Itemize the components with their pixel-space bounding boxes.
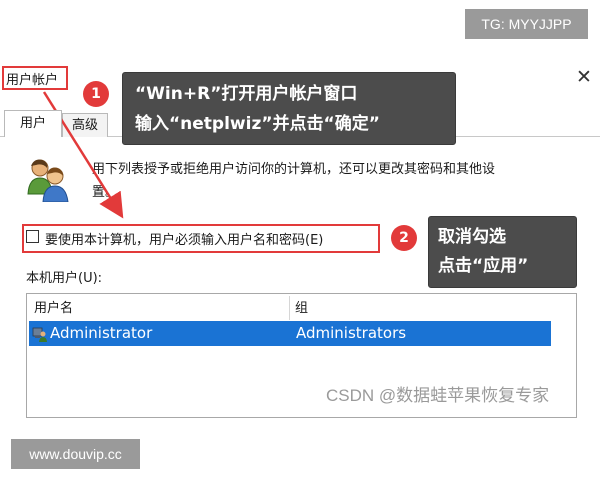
step-1-callout: “Win+R”打开用户帐户窗口 输入“netplwiz”并点击“确定” bbox=[122, 72, 456, 145]
checkbox-highlight-box bbox=[22, 224, 380, 253]
watermark-csdn: CSDN @数据蛙苹果恢复专家 bbox=[326, 386, 550, 405]
watermark-tag-top: TG: MYYJJPP bbox=[465, 9, 588, 39]
user-account-icon bbox=[32, 327, 47, 342]
local-users-label: 本机用户(U): bbox=[26, 271, 103, 286]
users-icon bbox=[27, 159, 69, 202]
cell-group: Administrators bbox=[296, 324, 407, 342]
column-header-username[interactable]: 用户名 bbox=[34, 296, 73, 321]
close-icon[interactable]: ✕ bbox=[576, 68, 592, 87]
description-text-cont: 置。 bbox=[92, 185, 119, 200]
step-2-badge: 2 bbox=[391, 225, 417, 251]
title-highlight-box bbox=[2, 66, 68, 90]
step-1-badge: 1 bbox=[83, 81, 109, 107]
step-1-line-1: “Win+R”打开用户帐户窗口 bbox=[135, 84, 358, 104]
tab-advanced[interactable]: 高级 bbox=[62, 113, 108, 137]
step-2-line-2: 点击“应用” bbox=[438, 256, 529, 276]
watermark-tag-bottom: www.douvip.cc bbox=[11, 439, 140, 469]
step-2-callout: 取消勾选 点击“应用” bbox=[428, 216, 577, 288]
tab-users[interactable]: 用户 bbox=[4, 110, 62, 137]
step-2-line-1: 取消勾选 bbox=[438, 227, 506, 247]
description-text: 用下列表授予或拒绝用户访问你的计算机，还可以更改其密码和其他设 bbox=[92, 162, 496, 177]
column-divider[interactable] bbox=[289, 296, 290, 320]
column-header-group[interactable]: 组 bbox=[295, 296, 308, 321]
step-1-line-2: 输入“netplwiz”并点击“确定” bbox=[135, 114, 380, 134]
cell-username: Administrator bbox=[50, 324, 153, 342]
